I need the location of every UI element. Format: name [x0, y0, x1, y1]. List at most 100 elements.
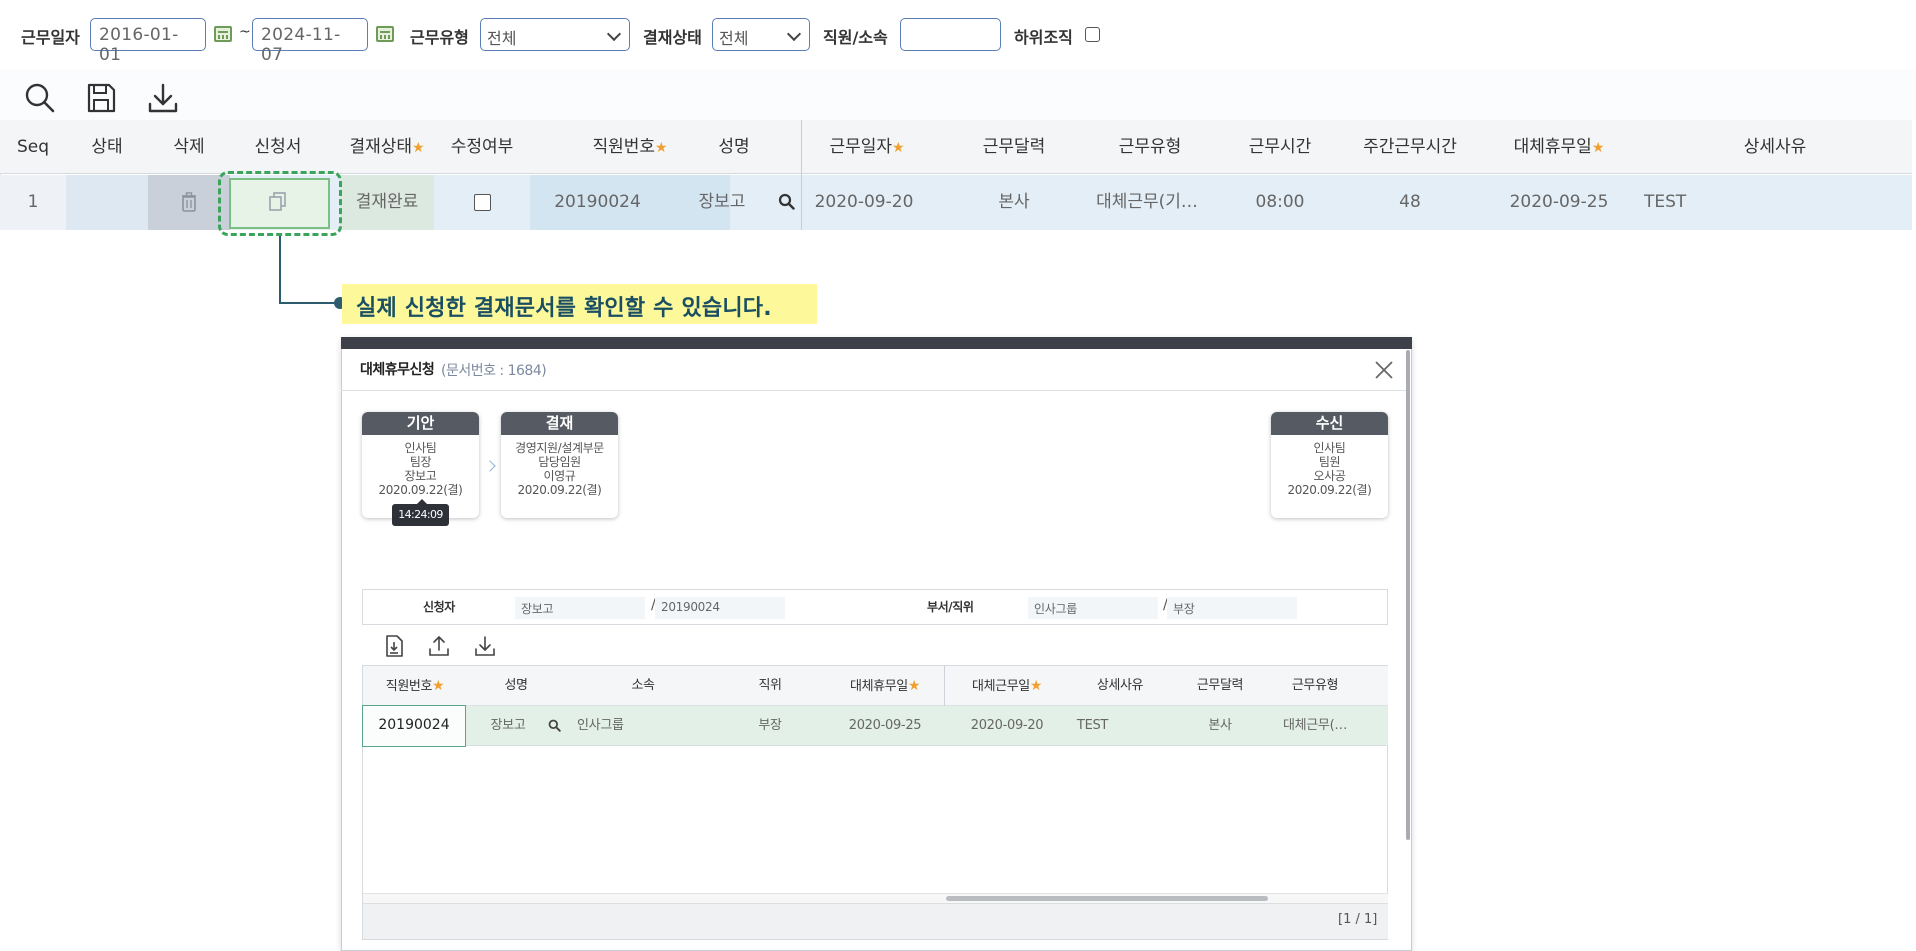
applicant-emp-no: 20190024 [655, 597, 785, 619]
card-line: 팀장 [409, 455, 432, 469]
search-icon[interactable] [778, 193, 795, 210]
highlight-frame [218, 171, 342, 236]
row-work-time: 08:00 [1255, 192, 1305, 212]
search-icon[interactable] [22, 80, 58, 116]
date-range-separator: ~ [239, 24, 251, 40]
horizontal-scrollbar[interactable] [946, 896, 1268, 901]
page-info: [1 / 1] [1338, 912, 1378, 927]
sub-col-org[interactable]: 소속 [575, 666, 711, 706]
toolbar [0, 70, 1916, 120]
save-icon[interactable] [83, 80, 119, 116]
card-line: 경영지원/설계부문 [515, 441, 604, 455]
card-line: 2020.09.22(결) [1287, 483, 1372, 497]
card-line: 이영규 [543, 469, 576, 483]
sub-col-work-type[interactable]: 근무유형 [1265, 666, 1365, 706]
download-icon[interactable] [473, 634, 497, 658]
row-name: 장보고 [698, 192, 746, 212]
row-status [66, 175, 148, 230]
col-seq[interactable]: Seq [0, 120, 66, 174]
col-modified[interactable]: 수정여부 [434, 120, 530, 174]
card-header: 결재 [501, 412, 618, 435]
col-emp-no-label: 직원번호 [592, 137, 655, 157]
row-approval-status: 결재완료 [355, 192, 419, 212]
sub-col-calendar[interactable]: 근무달력 [1170, 666, 1270, 706]
col-reason[interactable]: 상세사유 [1700, 120, 1850, 174]
employee-input[interactable] [900, 18, 1001, 51]
search-icon[interactable] [548, 719, 561, 732]
trash-icon[interactable] [181, 192, 197, 212]
sub-col-alt-holiday-label: 대체휴무일 [850, 679, 908, 694]
col-weekly-hours[interactable]: 주간근무시간 [1350, 120, 1470, 174]
card-line: 장보고 [404, 469, 437, 483]
sub-row-org: 인사그룹 [577, 718, 624, 733]
row-seq: 1 [27, 192, 39, 212]
dept-label: 부서/직위 [927, 600, 974, 614]
required-mark: ★ [412, 140, 425, 156]
row-work-type: 대체근무(기… [1096, 192, 1198, 212]
calendar-icon[interactable] [214, 26, 232, 42]
sub-col-emp-no[interactable]: 직원번호★ [363, 666, 467, 706]
work-type-value: 전체 [487, 29, 517, 48]
col-work-date-label: 근무일자 [829, 137, 892, 157]
sub-col-reason[interactable]: 상세사유 [1070, 666, 1170, 706]
modified-checkbox[interactable] [474, 194, 491, 211]
approval-card-receive: 수신 인사팀 팀원 오사공 2020.09.22(결) [1271, 412, 1388, 518]
card-line: 인사팀 [404, 441, 437, 455]
col-status[interactable]: 상태 [66, 120, 148, 174]
col-calendar[interactable]: 근무달력 [962, 120, 1066, 174]
col-name[interactable]: 성명 [684, 120, 784, 174]
col-approval-status[interactable]: 결재상태★ [326, 120, 448, 174]
pagination-footer [363, 903, 1388, 939]
row-emp-no: 20190024 [554, 192, 641, 212]
modal-doc-number: (문서번호 : 1684) [441, 363, 547, 379]
sub-org-label: 하위조직 [1014, 28, 1073, 47]
required-mark: ★ [1591, 140, 1605, 156]
row-reason: TEST [1644, 192, 1687, 212]
col-work-time[interactable]: 근무시간 [1228, 120, 1332, 174]
card-line: 담당임원 [538, 455, 581, 469]
col-work-type[interactable]: 근무유형 [1098, 120, 1202, 174]
approval-status-select[interactable]: 전체 [712, 18, 810, 51]
calendar-icon[interactable] [376, 26, 394, 42]
time-tooltip: 14:24:09 [392, 499, 449, 526]
sub-col-position[interactable]: 직위 [730, 666, 810, 706]
col-alt-holiday-label: 대체휴무일 [1513, 137, 1592, 157]
work-type-select[interactable]: 전체 [480, 18, 630, 51]
row-calendar: 본사 [998, 192, 1030, 212]
download-icon[interactable] [145, 80, 181, 116]
applicant-label: 신청자 [423, 600, 455, 614]
close-icon[interactable] [1372, 358, 1396, 382]
upload-icon[interactable] [427, 634, 451, 658]
date-to-input[interactable]: 2024-11-07 [252, 18, 368, 65]
chevron-down-icon [786, 26, 802, 42]
work-type-label: 근무유형 [410, 28, 469, 47]
modal-scrollbar[interactable] [1406, 350, 1410, 840]
col-alt-holiday[interactable]: 대체휴무일★ [1494, 120, 1624, 174]
callout-text: 실제 신청한 결재문서를 확인할 수 있습니다. [342, 284, 817, 324]
file-download-icon[interactable] [382, 634, 406, 658]
sub-row-emp-no[interactable]: 20190024 [362, 705, 466, 747]
card-header: 기안 [362, 412, 479, 435]
applicant-name: 장보고 [515, 597, 645, 619]
work-date-label: 근무일자 [21, 28, 80, 47]
required-mark: ★ [1029, 678, 1043, 694]
required-mark: ★ [655, 140, 668, 156]
col-work-date[interactable]: 근무일자★ [802, 120, 932, 174]
sub-col-name[interactable]: 성명 [478, 666, 554, 706]
sub-row-alt-holiday: 2020-09-25 [848, 718, 922, 733]
col-delete[interactable]: 삭제 [148, 120, 230, 174]
modal-title: 대체휴무신청 [360, 362, 435, 378]
sub-row-calendar: 본사 [1208, 718, 1232, 733]
date-from-input[interactable]: 2016-01-01 [90, 18, 206, 65]
col-application[interactable]: 신청서 [230, 120, 326, 174]
callout-connector [279, 236, 281, 304]
sub-org-checkbox[interactable] [1085, 27, 1100, 42]
modal-topbar [341, 337, 1412, 349]
sub-col-alt-work-label: 대체근무일 [972, 679, 1030, 694]
modal-divider [341, 390, 1406, 391]
required-mark: ★ [907, 678, 921, 694]
sub-row-work-type: 대체근무(… [1282, 718, 1348, 733]
sub-col-alt-holiday[interactable]: 대체휴무일★ [830, 666, 940, 706]
sub-col-alt-work[interactable]: 대체근무일★ [952, 666, 1062, 706]
sub-col-emp-no-label: 직원번호 [385, 679, 433, 694]
